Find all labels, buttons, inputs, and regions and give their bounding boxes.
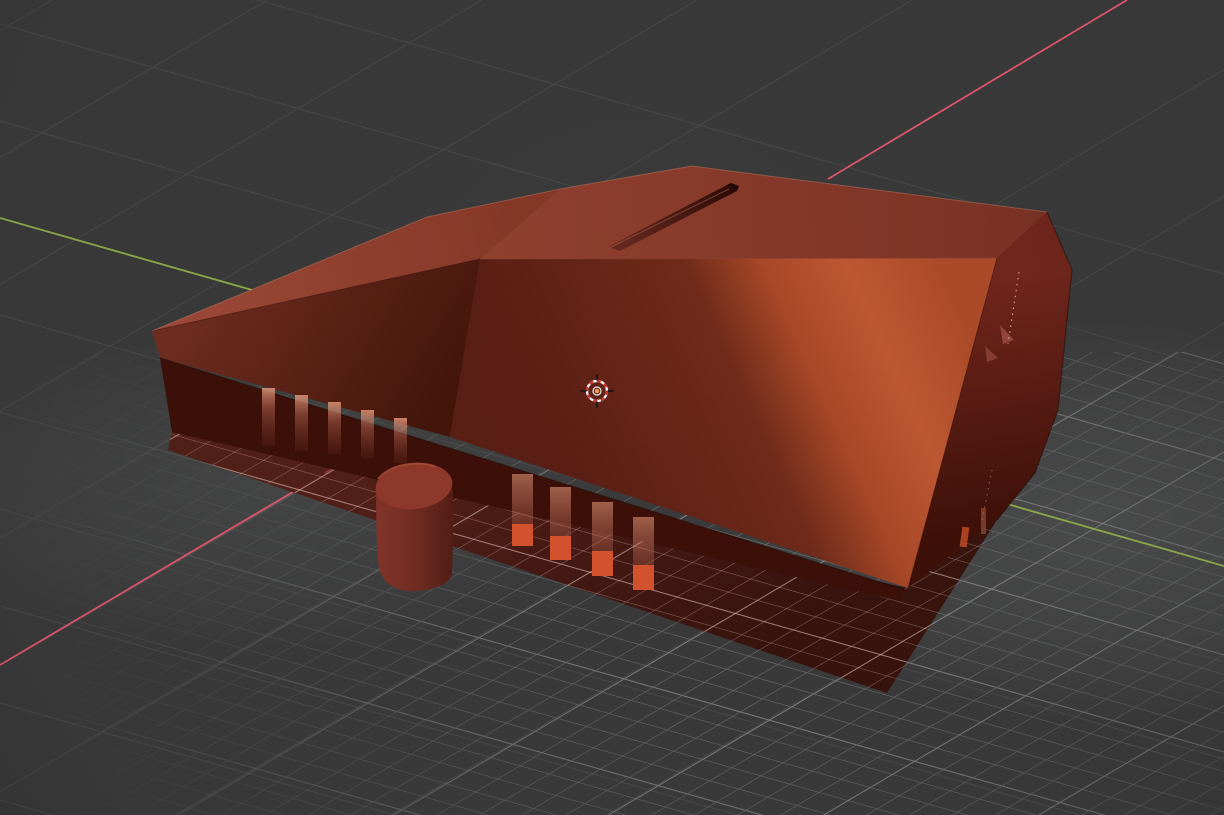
- cylinder[interactable]: [373, 459, 454, 592]
- 3d-viewport[interactable]: [0, 0, 1224, 815]
- viewport-canvas[interactable]: [0, 0, 1224, 815]
